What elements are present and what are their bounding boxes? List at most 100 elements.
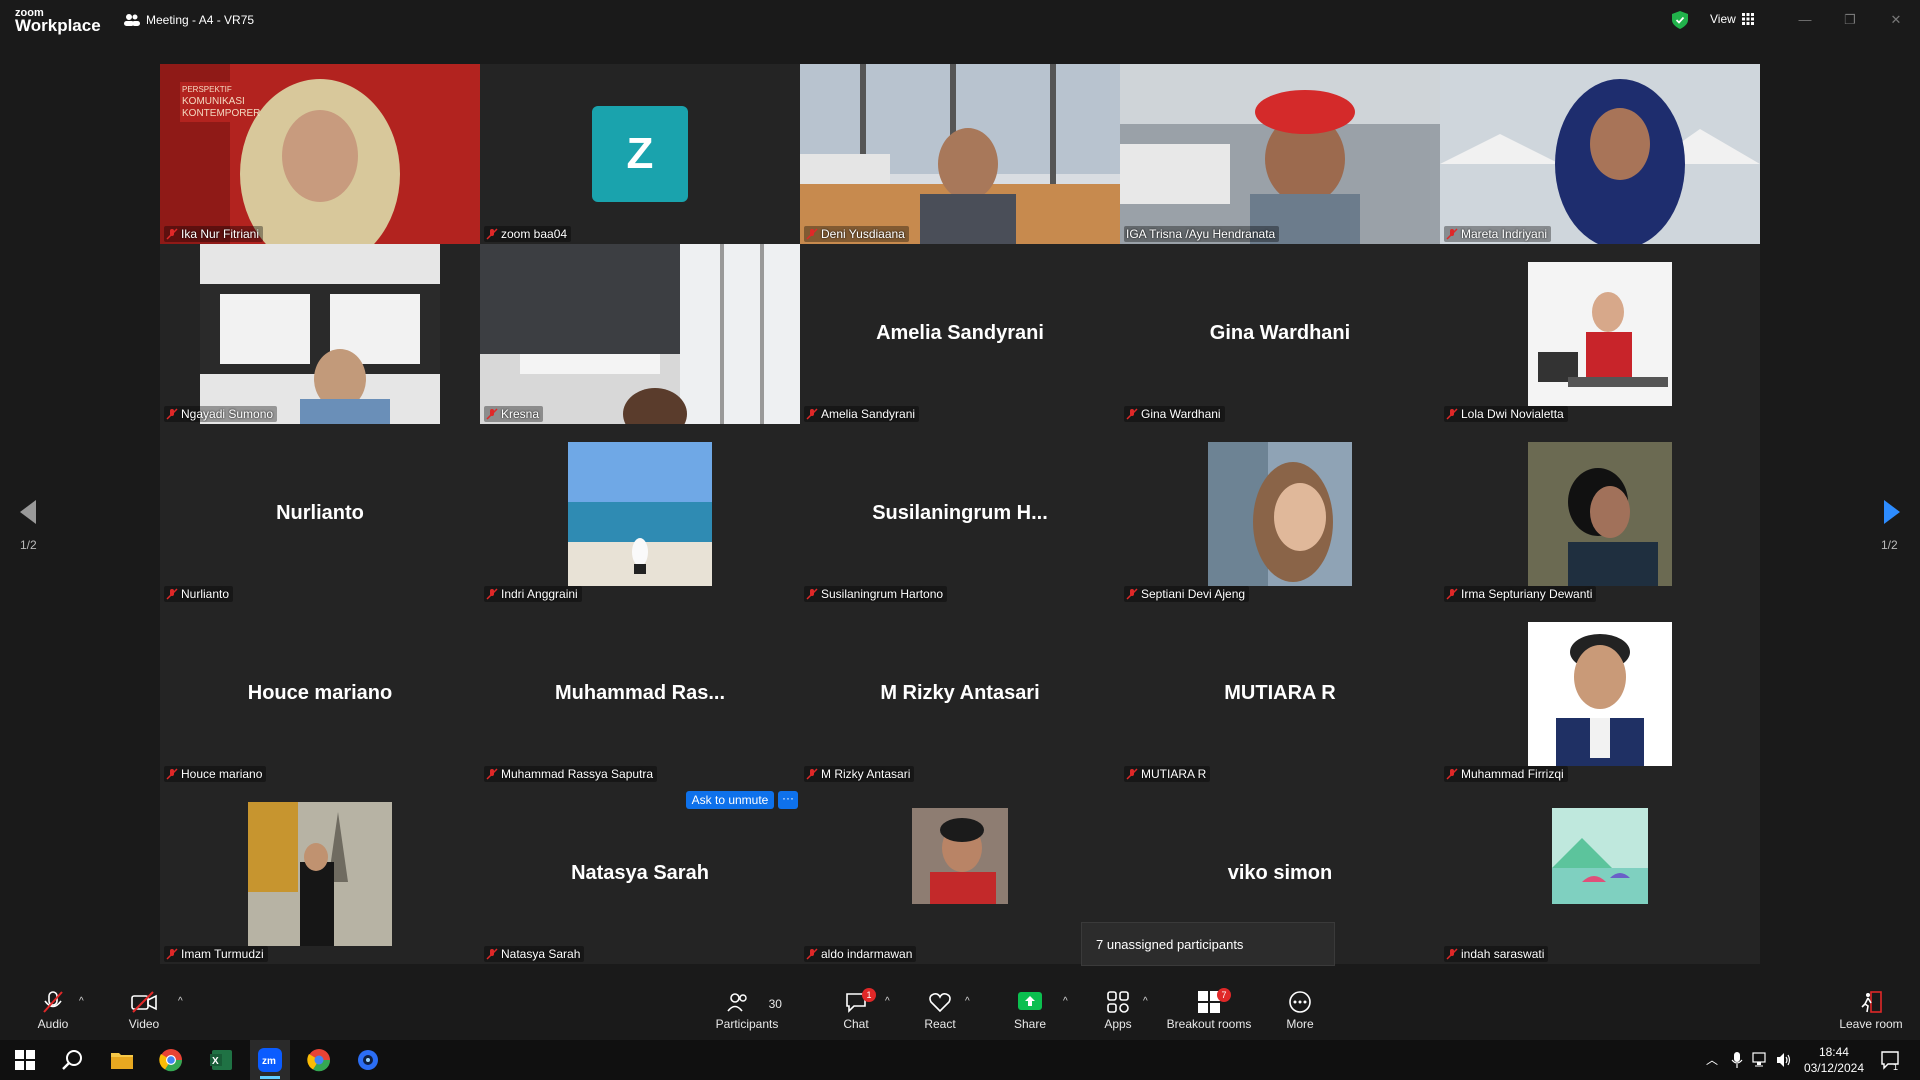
participant-name-label: Natasya Sarah [484,946,585,962]
muted-mic-icon [486,948,498,960]
participants-icon [727,993,748,1012]
participant-tile[interactable]: PERSPEKTIF KOMUNIKASI KONTEMPORER Ika Nur … [160,64,480,244]
video-gallery: PERSPEKTIF KOMUNIKASI KONTEMPORER Ika Nur … [160,64,1760,964]
windows-taskbar: X zm ︿ 18:44 03/12/2024 1 [0,1040,1920,1080]
video-button[interactable]: Video [124,990,164,1031]
participant-tile[interactable]: Irma Septuriany Dewanti [1440,424,1760,604]
next-page-icon[interactable] [1884,500,1900,524]
windows-start-icon[interactable] [11,1046,39,1074]
participant-name-label: Indri Anggraini [484,586,582,602]
apps-options-chevron-icon[interactable]: ^ [1143,996,1148,1007]
participant-tile[interactable]: MUTIARA R MUTIARA R [1120,604,1440,784]
muted-mic-icon [1446,948,1458,960]
participant-tile[interactable]: Lola Dwi Novialetta [1440,244,1760,424]
volume-icon[interactable] [1776,1052,1792,1068]
participant-tile[interactable]: Nurlianto Nurlianto [160,424,480,604]
network-icon[interactable] [1752,1052,1770,1068]
participant-display-name: MUTIARA R [1224,682,1336,704]
muted-mic-icon [1446,588,1458,600]
participants-button[interactable]: 30 Participants [712,990,782,1031]
participant-tile[interactable]: aldo indarmawan [800,784,1120,964]
view-button[interactable]: View [1710,12,1754,26]
profile-picture [248,802,392,946]
participant-tile-active-speaker[interactable]: IGA Trisna /Ayu Hendranata [1120,64,1440,244]
participant-name-label: zoom baa04 [484,226,572,242]
audio-button[interactable]: Audio [33,990,73,1031]
participant-tile[interactable]: Deni Yusdiaana [800,64,1120,244]
participant-tile[interactable]: Z zoom baa04 [480,64,800,244]
muted-mic-icon [486,408,498,420]
chevron-up-icon[interactable]: ︿ [1706,1051,1718,1068]
apps-icon [1107,991,1129,1013]
meeting-title[interactable]: Meeting - A4 - VR75 [124,13,254,27]
participant-name-label: indah saraswati [1444,946,1549,962]
participant-name-label: Kresna [484,406,544,422]
profile-picture [1528,622,1672,766]
chrome-icon[interactable] [157,1046,185,1074]
participant-tile[interactable]: Muhammad Firrizqi [1440,604,1760,784]
participant-tile[interactable]: Natasya Sarah Natasya Sarah [480,784,800,964]
muted-mic-icon [806,948,818,960]
svg-text:zm: zm [262,1056,276,1067]
more-button[interactable]: More [1280,990,1320,1031]
tile-more-options-button[interactable]: ··· [778,791,798,809]
muted-mic-icon [806,228,818,240]
participant-display-name: Nurlianto [276,502,364,524]
notification-count: 1 [1893,1062,1899,1072]
participant-tile[interactable]: M Rizky Antasari M Rizky Antasari [800,604,1120,784]
chat-button[interactable]: 1 Chat [836,988,876,1031]
app-icon[interactable] [354,1046,382,1074]
participant-name-label: M Rizky Antasari [804,766,915,782]
share-button[interactable]: Share [1010,990,1050,1031]
participant-tile[interactable]: Kresna [480,244,800,424]
restore-icon[interactable]: ❐ [1842,12,1858,28]
profile-picture [1528,262,1672,406]
close-icon[interactable]: ✕ [1888,12,1904,28]
participant-tile[interactable]: Muhammad Ras... Muhammad Rassya Saputra [480,604,800,784]
participant-tile[interactable]: Septiani Devi Ajeng [1120,424,1440,604]
participant-tile[interactable]: Ngayadi Sumono [160,244,480,424]
ask-to-unmute-button[interactable]: Ask to unmute [686,791,774,809]
participant-display-name: M Rizky Antasari [880,682,1040,704]
share-options-chevron-icon[interactable]: ^ [1063,996,1068,1007]
file-explorer-icon[interactable] [108,1046,136,1074]
participant-tile[interactable]: Amelia Sandyrani Amelia Sandyrani [800,244,1120,424]
chrome-profile-icon[interactable] [305,1046,333,1074]
muted-mic-icon [1126,768,1138,780]
participant-name-label: Amelia Sandyrani [804,406,920,422]
participant-tile[interactable]: Imam Turmudzi [160,784,480,964]
apps-button[interactable]: Apps [1098,990,1138,1031]
video-options-chevron-icon[interactable]: ^ [178,996,183,1007]
previous-page-icon[interactable] [20,500,36,524]
muted-mic-icon [1446,408,1458,420]
breakout-rooms-button[interactable]: 7 Breakout rooms [1162,988,1256,1031]
participant-tile[interactable]: Gina Wardhani Gina Wardhani [1120,244,1440,424]
audio-options-chevron-icon[interactable]: ^ [79,996,84,1007]
muted-mic-icon [806,408,818,420]
muted-mic-icon [166,948,178,960]
svg-text:KONTEMPORER: KONTEMPORER [182,108,260,119]
minimize-icon[interactable]: — [1797,12,1813,28]
excel-icon[interactable]: X [207,1046,235,1074]
svg-text:PERSPEKTIF: PERSPEKTIF [182,85,232,94]
react-button[interactable]: React [920,990,960,1031]
security-shield-icon[interactable] [1672,11,1688,29]
participant-tile[interactable]: Houce mariano Houce mariano [160,604,480,784]
participant-tile[interactable]: Mareta Indriyani [1440,64,1760,244]
title-bar: zoom Workplace Meeting - A4 - VR75 View … [0,0,1920,44]
participant-avatar: Z [592,106,688,202]
leave-room-button[interactable]: Leave room [1836,990,1906,1031]
participant-tile[interactable]: Indri Anggraini [480,424,800,604]
zoom-taskbar-active[interactable]: zm [250,1040,290,1080]
participant-name-label: IGA Trisna /Ayu Hendranata [1124,226,1280,242]
search-icon[interactable] [59,1046,87,1074]
taskbar-clock[interactable]: 18:44 03/12/2024 [1804,1044,1864,1076]
microphone-icon[interactable] [1731,1052,1743,1068]
muted-mic-icon [486,768,498,780]
participant-display-name: Susilaningrum H... [872,502,1048,524]
participant-tile[interactable]: indah saraswati [1440,784,1760,964]
chat-options-chevron-icon[interactable]: ^ [885,996,890,1007]
meeting-people-icon [124,14,140,26]
participant-tile[interactable]: Susilaningrum H... Susilaningrum Hartono [800,424,1120,604]
react-options-chevron-icon[interactable]: ^ [965,996,970,1007]
